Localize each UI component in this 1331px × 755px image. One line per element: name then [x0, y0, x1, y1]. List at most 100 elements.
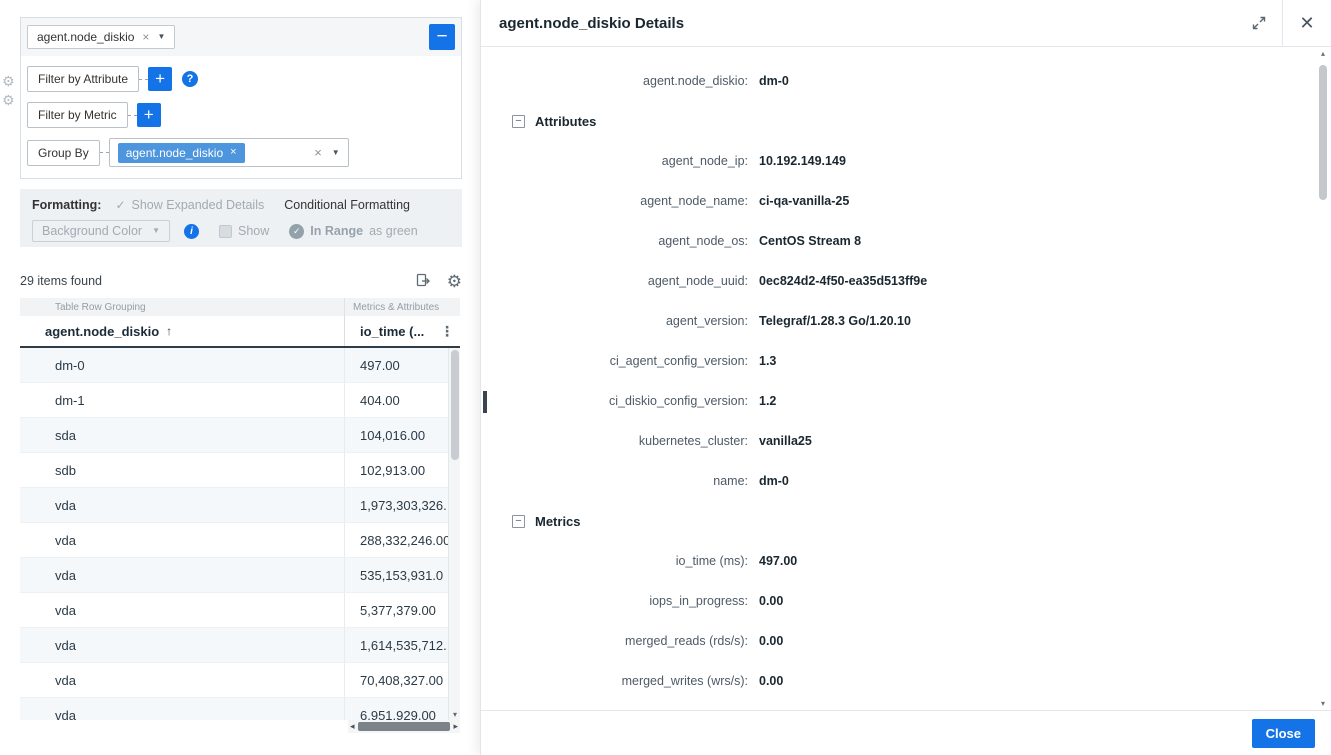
detail-value: 0.00: [759, 674, 783, 688]
csv-export-icon[interactable]: [414, 272, 432, 290]
detail-value: CentOS Stream 8: [759, 234, 861, 248]
details-vertical-scrollbar[interactable]: ▴ ▾: [1317, 49, 1329, 708]
expand-panel-icon[interactable]: [1235, 0, 1283, 47]
add-attribute-filter-button[interactable]: +: [148, 67, 172, 91]
detail-value: 0.00: [759, 594, 783, 608]
clear-icon[interactable]: ×: [314, 145, 322, 160]
detail-value: 1.3: [759, 354, 776, 368]
table-vertical-scrollbar[interactable]: ▾: [448, 348, 460, 720]
table-row[interactable]: vda 1,614,535,712.: [20, 628, 460, 663]
row-metric-cell: 104,016.00: [345, 428, 460, 443]
details-body: agent.node_diskio: dm-0 − Attributes age…: [481, 47, 1317, 710]
table-row[interactable]: sda 104,016.00: [20, 418, 460, 453]
table-horizontal-scrollbar[interactable]: ◂ ▸: [348, 720, 460, 733]
metrics-section-title: Metrics: [535, 514, 581, 529]
detail-row: agent_version: Telegraf/1.28.3 Go/1.20.1…: [481, 301, 1317, 341]
detail-label: merged_writes (wrs/s):: [481, 674, 748, 688]
add-metric-filter-button[interactable]: +: [137, 103, 161, 127]
row-group-cell: vda: [20, 663, 345, 697]
attributes-section-header[interactable]: − Attributes: [481, 101, 1317, 141]
table-row[interactable]: vda 6,951,929.00: [20, 698, 460, 720]
filter-by-attribute-button[interactable]: Filter by Attribute: [27, 66, 139, 92]
gear-icon[interactable]: ⚙: [2, 93, 15, 107]
connector-line: [128, 115, 137, 116]
row-metric-cell: 1,614,535,712.: [345, 638, 460, 653]
show-checkbox[interactable]: [219, 225, 232, 238]
detail-row: agent_node_ip: 10.192.149.149: [481, 141, 1317, 181]
detail-label: agent_node_ip:: [481, 154, 748, 168]
close-button[interactable]: Close: [1252, 719, 1315, 748]
row-metric-cell: 535,153,931.0: [345, 568, 460, 583]
scroll-down-arrow-icon[interactable]: ▾: [449, 710, 461, 719]
table-row[interactable]: dm-0 497.00: [20, 348, 460, 383]
details-scrollbar-thumb[interactable]: [1319, 65, 1327, 200]
entity-chip[interactable]: agent.node_diskio × ▼: [27, 25, 175, 49]
row-metric-cell: 404.00: [345, 393, 460, 408]
chevron-down-icon[interactable]: ▼: [332, 149, 340, 157]
connector-line: [100, 152, 109, 153]
group-by-chip[interactable]: agent.node_diskio ×: [118, 143, 245, 163]
details-panel: agent.node_diskio Details ✕ agent.node_d…: [480, 0, 1331, 755]
chevron-down-icon[interactable]: ▼: [157, 33, 165, 41]
band-row-grouping-label: Table Row Grouping: [20, 298, 345, 316]
remove-icon[interactable]: ×: [230, 147, 236, 158]
detail-row: merged_reads (rds/s): 0.00: [481, 621, 1317, 661]
kebab-menu-icon[interactable]: ⋮: [440, 323, 454, 340]
background-color-select[interactable]: Background Color ▼: [32, 220, 170, 242]
band-metrics-label: Metrics & Attributes: [345, 302, 460, 313]
collapse-query-button[interactable]: −: [429, 24, 455, 50]
background-color-label: Background Color: [42, 224, 142, 238]
entity-chip-label: agent.node_diskio: [37, 30, 134, 44]
attributes-list: agent_node_ip: 10.192.149.149 agent_node…: [481, 141, 1317, 501]
detail-row: name: dm-0: [481, 461, 1317, 501]
detail-label: agent_node_name:: [481, 194, 748, 208]
detail-value: vanilla25: [759, 434, 812, 448]
connector-line: [139, 79, 148, 80]
query-entity-row: agent.node_diskio × ▼ −: [21, 18, 461, 56]
column-header-group-label: agent.node_diskio: [45, 324, 159, 339]
table-row[interactable]: vda 1,973,303,326.: [20, 488, 460, 523]
close-panel-icon[interactable]: ✕: [1283, 0, 1331, 47]
table-settings-gear-icon[interactable]: ⚙: [447, 273, 462, 290]
table-row[interactable]: sdb 102,913.00: [20, 453, 460, 488]
scroll-up-arrow-icon[interactable]: ▴: [1317, 49, 1329, 58]
show-expanded-details-toggle[interactable]: Show Expanded Details: [132, 198, 265, 212]
detail-row: ci_agent_config_version: 1.3: [481, 341, 1317, 381]
column-header-metric-label: io_time (...: [360, 324, 424, 339]
detail-row: agent_node_name: ci-qa-vanilla-25: [481, 181, 1317, 221]
row-metric-cell: 102,913.00: [345, 463, 460, 478]
detail-label: merged_reads (rds/s):: [481, 634, 748, 648]
table-row[interactable]: vda 288,332,246.00: [20, 523, 460, 558]
table-row[interactable]: dm-1 404.00: [20, 383, 460, 418]
items-found-count: 29 items found: [20, 274, 102, 288]
scroll-down-arrow-icon[interactable]: ▾: [1317, 699, 1329, 708]
help-icon[interactable]: ?: [182, 71, 198, 87]
detail-label: agent_node_uuid:: [481, 274, 748, 288]
column-header-metric[interactable]: io_time (... ⋮: [345, 316, 460, 346]
vertical-scrollbar-thumb[interactable]: [451, 350, 459, 460]
remove-icon[interactable]: ×: [142, 31, 149, 43]
scroll-left-arrow-icon[interactable]: ◂: [350, 722, 355, 731]
row-metric-cell: 6,951,929.00: [345, 708, 460, 721]
scroll-right-arrow-icon[interactable]: ▸: [453, 722, 458, 731]
formatting-row-2: Background Color ▼ i Show ✓ In Range as …: [32, 220, 450, 242]
table-row[interactable]: vda 70,408,327.00: [20, 663, 460, 698]
table-body: dm-0 497.00 dm-1 404.00 sda 104,016.00 s…: [20, 348, 460, 720]
filter-by-metric-button[interactable]: Filter by Metric: [27, 102, 128, 128]
detail-value: dm-0: [759, 74, 789, 88]
metrics-section-header[interactable]: − Metrics: [481, 501, 1317, 541]
detail-label: ci_agent_config_version:: [481, 354, 748, 368]
group-by-button[interactable]: Group By: [27, 140, 100, 166]
table-row[interactable]: vda 5,377,379.00: [20, 593, 460, 628]
table-row[interactable]: vda 535,153,931.0: [20, 558, 460, 593]
row-group-cell: vda: [20, 593, 345, 627]
info-icon[interactable]: i: [184, 224, 199, 239]
horizontal-scrollbar-thumb[interactable]: [358, 722, 451, 731]
row-metric-cell: 288,332,246.00: [345, 533, 460, 548]
conditional-formatting-link[interactable]: Conditional Formatting: [284, 198, 410, 212]
group-by-select[interactable]: agent.node_diskio × × ▼: [109, 138, 349, 167]
in-range-label: In Range: [310, 224, 363, 238]
row-group-cell: vda: [20, 488, 345, 522]
gear-icon[interactable]: ⚙: [2, 74, 15, 88]
column-header-group[interactable]: agent.node_diskio ↑: [20, 316, 345, 346]
